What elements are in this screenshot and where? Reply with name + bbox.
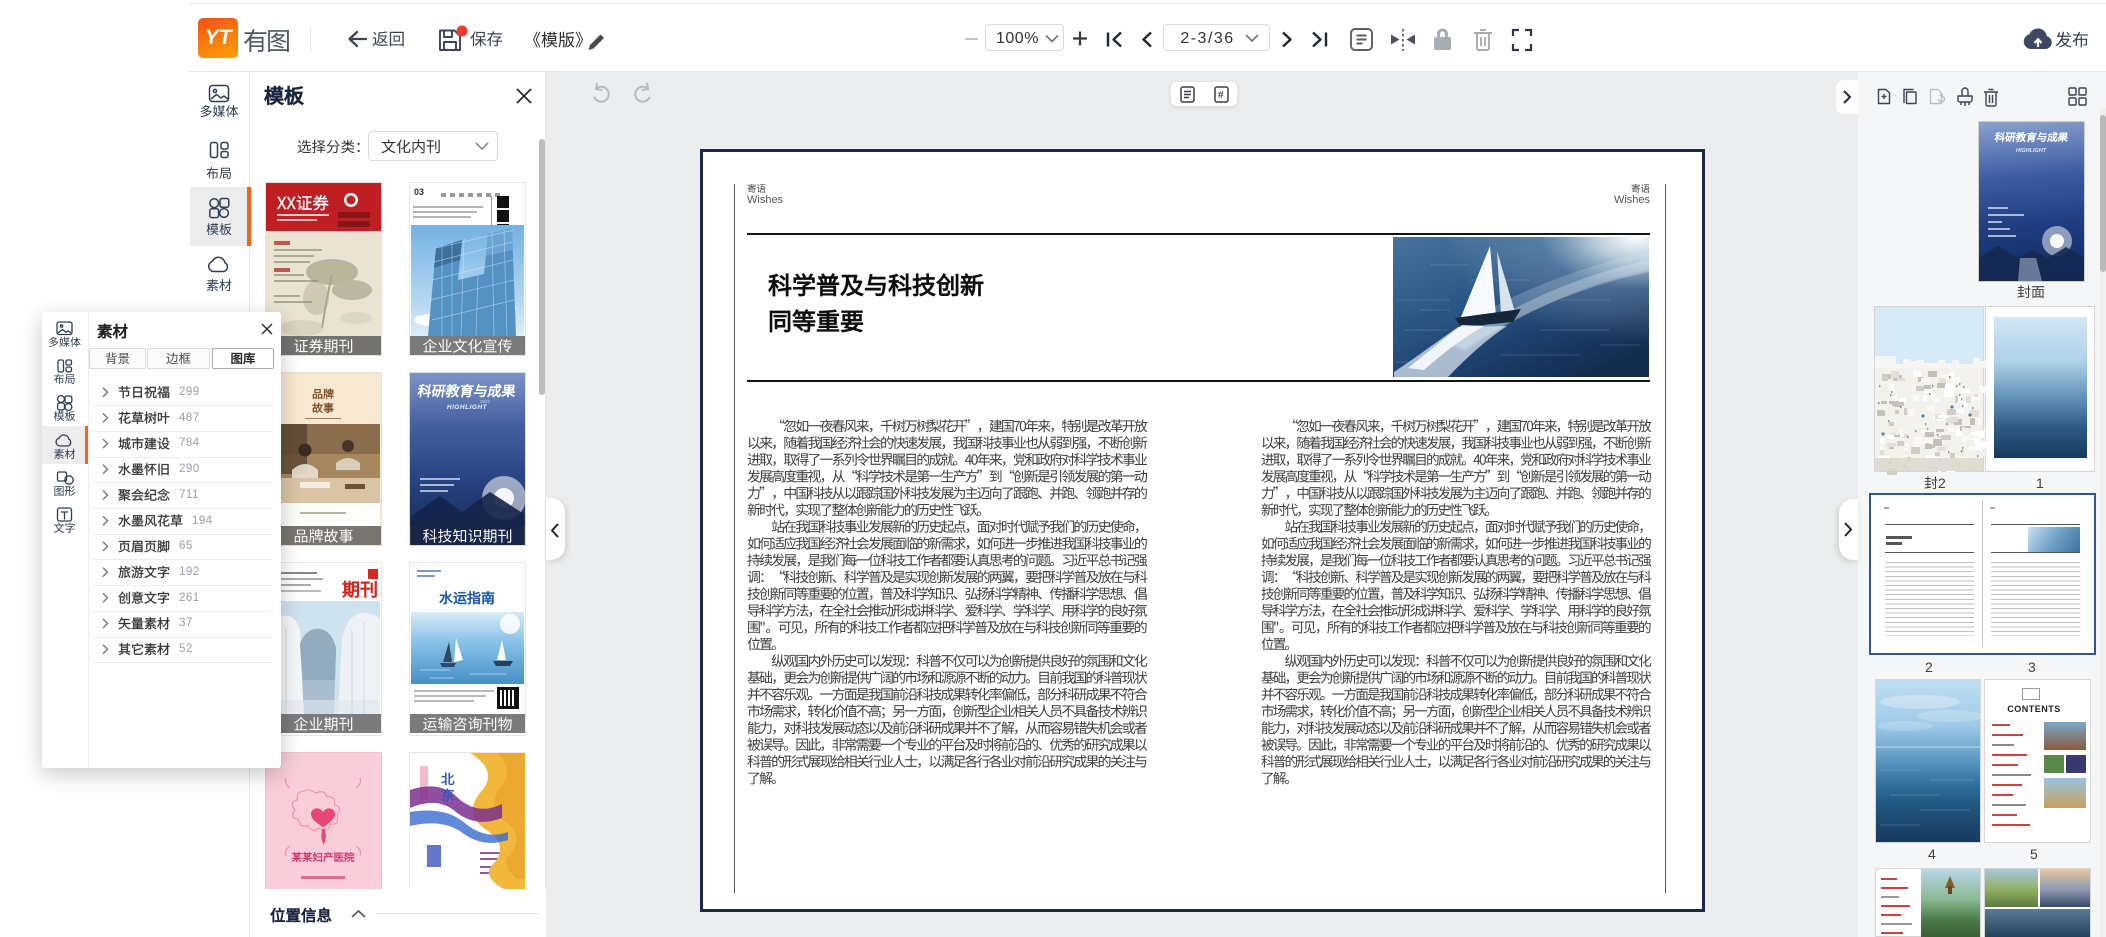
svg-text:#: # bbox=[1218, 90, 1224, 101]
